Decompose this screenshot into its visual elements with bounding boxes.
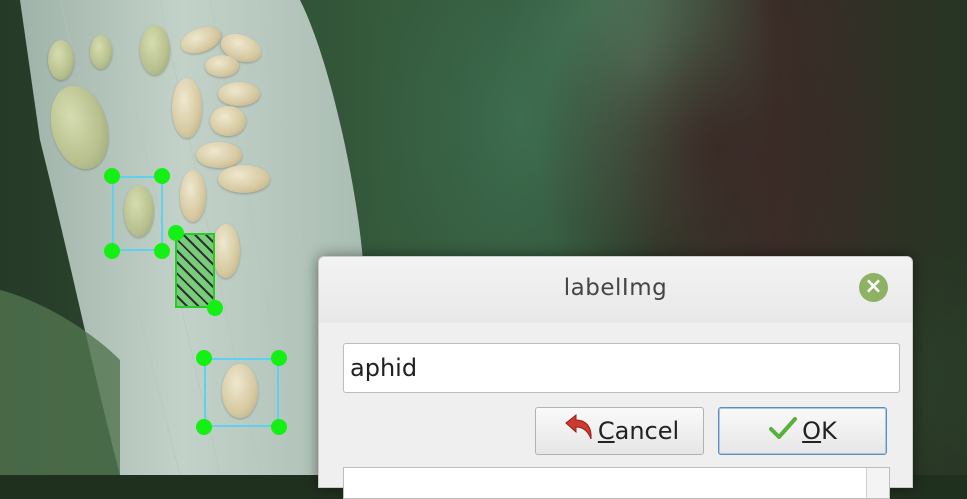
aphid: [90, 35, 112, 69]
aphid: [205, 55, 239, 77]
undo-arrow-icon: [560, 413, 594, 449]
dialog-titlebar[interactable]: labelImg ×: [319, 257, 912, 323]
bbox-corner-handle[interactable]: [207, 300, 223, 316]
label-list[interactable]: [343, 467, 890, 499]
bounding-box[interactable]: [204, 358, 279, 427]
close-icon: ×: [864, 274, 883, 299]
ok-button[interactable]: OK: [718, 407, 887, 455]
cancel-label: Cancel: [597, 417, 680, 445]
close-button[interactable]: ×: [859, 273, 888, 302]
bounding-box[interactable]: [112, 176, 163, 251]
bbox-corner-handle[interactable]: [104, 168, 120, 184]
aphid: [48, 40, 74, 80]
aphid: [180, 170, 206, 222]
active-bounding-box[interactable]: [175, 233, 215, 308]
ok-label: OK: [802, 417, 837, 445]
aphid: [218, 165, 270, 193]
cancel-button[interactable]: Cancel: [535, 407, 704, 455]
aphid: [172, 78, 202, 138]
aphid: [196, 142, 242, 168]
bbox-corner-handle[interactable]: [196, 419, 212, 435]
aphid: [218, 82, 260, 106]
aphid: [140, 25, 170, 75]
checkmark-icon: [768, 415, 798, 447]
aphid: [210, 106, 246, 136]
bbox-corner-handle[interactable]: [271, 419, 287, 435]
bbox-corner-handle[interactable]: [104, 243, 120, 259]
bbox-corner-handle[interactable]: [154, 243, 170, 259]
bbox-corner-handle[interactable]: [168, 225, 184, 241]
bbox-corner-handle[interactable]: [154, 168, 170, 184]
aphid: [212, 224, 240, 278]
bbox-corner-handle[interactable]: [271, 350, 287, 366]
dialog-title: labelImg: [563, 275, 668, 301]
bbox-corner-handle[interactable]: [196, 350, 212, 366]
scrollbar[interactable]: [866, 468, 889, 498]
label-dialog: labelImg × aphid Cancel OK: [318, 256, 913, 499]
label-input[interactable]: aphid: [343, 343, 900, 393]
